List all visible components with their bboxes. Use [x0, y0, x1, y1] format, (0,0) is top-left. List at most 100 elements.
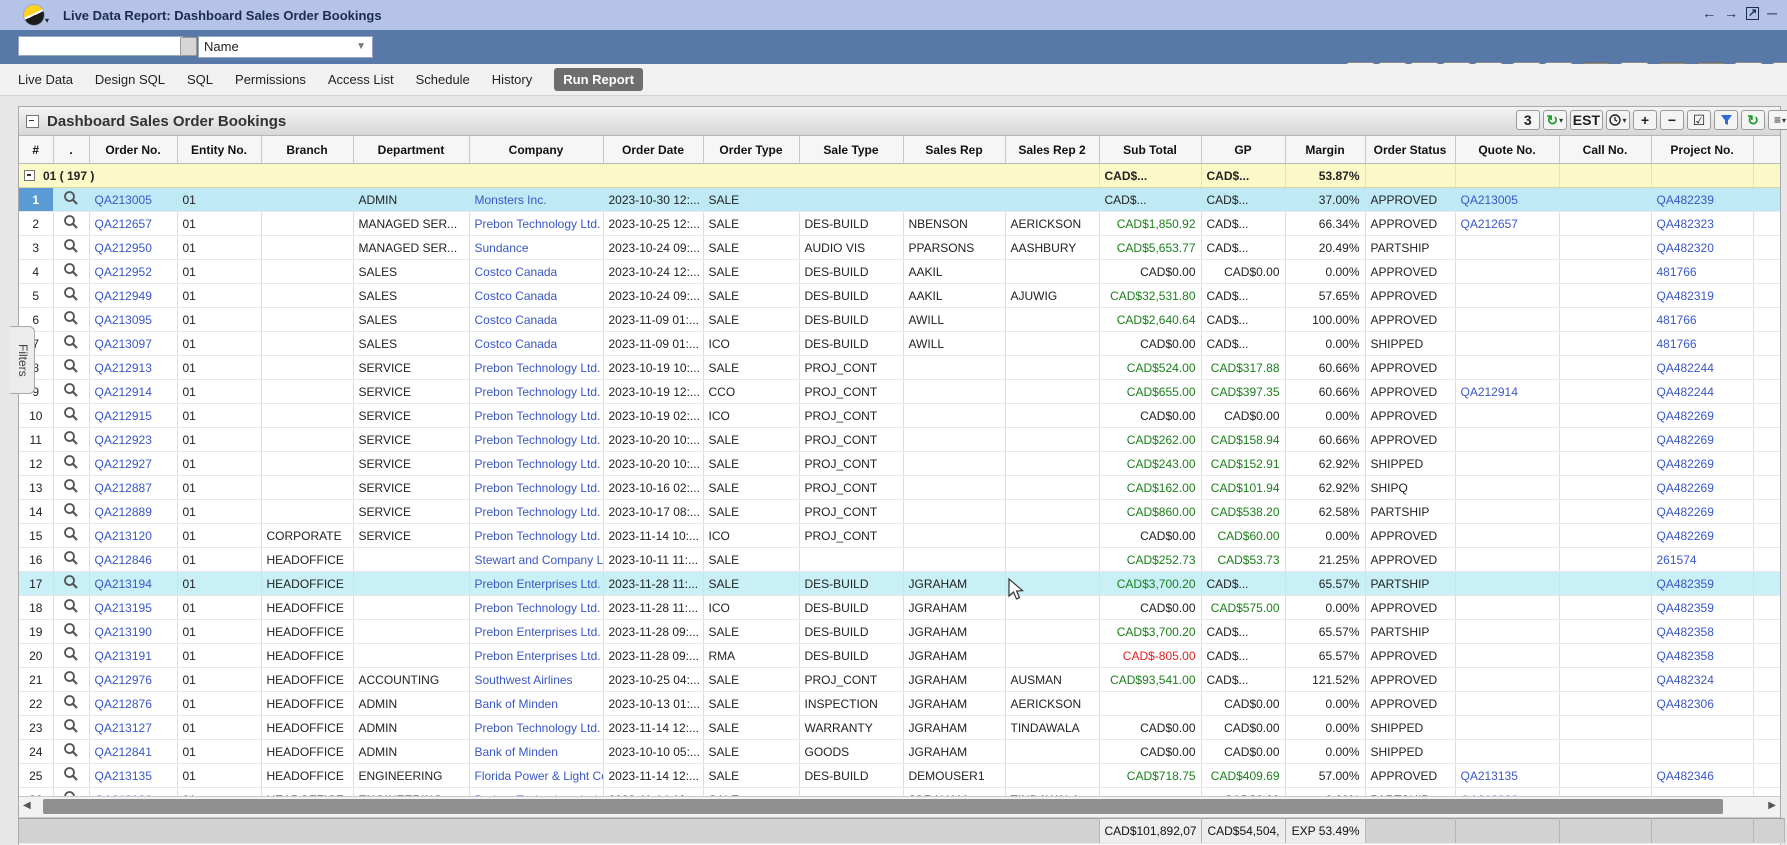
project-no-link[interactable]: QA482320: [1657, 241, 1714, 255]
company-link[interactable]: Sundance: [475, 241, 529, 255]
timezone-menu-button[interactable]: ▾: [1606, 110, 1630, 130]
project-no-link[interactable]: QA482269: [1657, 433, 1714, 447]
tab-access-list[interactable]: Access List: [328, 72, 394, 87]
auto-refresh-menu-button[interactable]: ↻▾: [1543, 110, 1567, 130]
scrollbar-thumb[interactable]: [43, 799, 1723, 814]
project-no-link[interactable]: 481766: [1657, 313, 1697, 327]
order-no-link[interactable]: QA212846: [95, 553, 152, 567]
scroll-left-icon[interactable]: ◀: [23, 800, 31, 811]
project-no-link[interactable]: QA482239: [1657, 193, 1714, 207]
tab-permissions[interactable]: Permissions: [235, 72, 306, 87]
row-detail-button[interactable]: [53, 236, 89, 260]
table-row[interactable]: 14 QA212889 01SERVICE Prebon Technology …: [19, 500, 1780, 524]
row-detail-button[interactable]: [53, 764, 89, 788]
row-detail-button[interactable]: [53, 740, 89, 764]
row-detail-button[interactable]: [53, 620, 89, 644]
company-link[interactable]: Southwest Airlines: [475, 673, 573, 687]
order-no-link[interactable]: QA213095: [95, 313, 152, 327]
order-no-link[interactable]: QA213005: [95, 193, 152, 207]
company-link[interactable]: Prebon Enterprises Ltd.: [475, 625, 601, 639]
table-row[interactable]: 11 QA212923 01SERVICE Prebon Technology …: [19, 428, 1780, 452]
column-header[interactable]: Order No.: [89, 136, 177, 164]
order-no-link[interactable]: QA213135: [95, 769, 152, 783]
order-no-link[interactable]: QA212915: [95, 409, 152, 423]
order-no-link[interactable]: QA212657: [95, 217, 152, 231]
column-header[interactable]: Sales Rep: [903, 136, 1005, 164]
column-header[interactable]: Margin: [1285, 136, 1365, 164]
table-row[interactable]: 5 QA212949 01SALES Costco Canada 2023-10…: [19, 284, 1780, 308]
table-row[interactable]: 22 QA212876 01HEADOFFICEADMIN Bank of Mi…: [19, 692, 1780, 716]
quote-no-link[interactable]: QA213005: [1461, 193, 1518, 207]
company-link[interactable]: Stewart and Company Lt...: [475, 553, 604, 567]
search-clear-button[interactable]: [180, 37, 197, 56]
page-count-box[interactable]: 3: [1516, 110, 1540, 130]
order-no-link[interactable]: QA212976: [95, 673, 152, 687]
company-link[interactable]: Prebon Technology Ltd.: [475, 433, 601, 447]
project-no-link[interactable]: QA482358: [1657, 625, 1714, 639]
quote-no-link[interactable]: QA212914: [1461, 385, 1518, 399]
project-no-link[interactable]: QA482269: [1657, 529, 1714, 543]
row-detail-button[interactable]: [53, 668, 89, 692]
column-header[interactable]: Quote No.: [1455, 136, 1559, 164]
row-detail-button[interactable]: [53, 260, 89, 284]
order-no-link[interactable]: QA212876: [95, 697, 152, 711]
table-row[interactable]: 20 QA213191 01HEADOFFICE Prebon Enterpri…: [19, 644, 1780, 668]
scroll-right-icon[interactable]: ▶: [1768, 800, 1776, 811]
table-row[interactable]: 3 QA212950 01MANAGED SER... Sundance 202…: [19, 236, 1780, 260]
table-row[interactable]: 23 QA213127 01HEADOFFICEADMIN Prebon Tec…: [19, 716, 1780, 740]
company-link[interactable]: Prebon Technology Ltd.: [475, 409, 601, 423]
row-detail-button[interactable]: [53, 716, 89, 740]
order-no-link[interactable]: QA212923: [95, 433, 152, 447]
column-header[interactable]: Order Status: [1365, 136, 1455, 164]
order-no-link[interactable]: QA212887: [95, 481, 152, 495]
company-link[interactable]: Costco Canada: [475, 289, 558, 303]
search-input[interactable]: [18, 36, 183, 56]
table-row[interactable]: 13 QA212887 01SERVICE Prebon Technology …: [19, 476, 1780, 500]
project-no-link[interactable]: QA482358: [1657, 649, 1714, 663]
column-header[interactable]: Order Type: [703, 136, 799, 164]
column-header[interactable]: Sale Type: [799, 136, 903, 164]
expand-button[interactable]: +: [1633, 110, 1657, 130]
project-no-link[interactable]: QA482359: [1657, 577, 1714, 591]
timezone-button[interactable]: EST: [1570, 110, 1603, 130]
column-header[interactable]: Project No.: [1651, 136, 1753, 164]
project-no-link[interactable]: 481766: [1657, 337, 1697, 351]
column-header[interactable]: #: [19, 136, 53, 164]
company-link[interactable]: Prebon Technology Ltd.: [475, 217, 601, 231]
column-header[interactable]: .: [53, 136, 89, 164]
row-detail-button[interactable]: [53, 476, 89, 500]
company-link[interactable]: Florida Power & Light Co...: [475, 769, 604, 783]
row-detail-button[interactable]: [53, 572, 89, 596]
row-detail-button[interactable]: [53, 548, 89, 572]
table-row[interactable]: 7 QA213097 01SALES Costco Canada 2023-11…: [19, 332, 1780, 356]
order-no-link[interactable]: QA212841: [95, 745, 152, 759]
column-header[interactable]: Entity No.: [177, 136, 261, 164]
company-link[interactable]: Prebon Technology Ltd.: [475, 529, 601, 543]
table-row[interactable]: 17 QA213194 01HEADOFFICE Prebon Enterpri…: [19, 572, 1780, 596]
tab-schedule[interactable]: Schedule: [416, 72, 470, 87]
row-detail-button[interactable]: [53, 308, 89, 332]
project-no-link[interactable]: QA482306: [1657, 697, 1714, 711]
table-row[interactable]: 10 QA212915 01SERVICE Prebon Technology …: [19, 404, 1780, 428]
column-header[interactable]: Sales Rep 2: [1005, 136, 1099, 164]
project-no-link[interactable]: QA482244: [1657, 385, 1714, 399]
table-row[interactable]: 12 QA212927 01SERVICE Prebon Technology …: [19, 452, 1780, 476]
company-link[interactable]: Prebon Technology Ltd.: [475, 601, 601, 615]
company-link[interactable]: Prebon Enterprises Ltd.: [475, 577, 601, 591]
column-header[interactable]: Department: [353, 136, 469, 164]
company-link[interactable]: Prebon Technology Ltd.: [475, 481, 601, 495]
project-no-link[interactable]: QA482319: [1657, 289, 1714, 303]
row-detail-button[interactable]: [53, 428, 89, 452]
company-link[interactable]: Prebon Technology Ltd.: [475, 385, 601, 399]
table-row[interactable]: 6 QA213095 01SALES Costco Canada 2023-11…: [19, 308, 1780, 332]
row-detail-button[interactable]: [53, 404, 89, 428]
table-row[interactable]: 18 QA213195 01HEADOFFICE Prebon Technolo…: [19, 596, 1780, 620]
order-no-link[interactable]: QA212927: [95, 457, 152, 471]
forward-arrow-icon[interactable]: →: [1724, 5, 1738, 21]
order-no-link[interactable]: QA213191: [95, 649, 152, 663]
company-link[interactable]: Costco Canada: [475, 265, 558, 279]
table-row[interactable]: 24 QA212841 01HEADOFFICEADMIN Bank of Mi…: [19, 740, 1780, 764]
company-link[interactable]: Prebon Technology Ltd.: [475, 721, 601, 735]
row-detail-button[interactable]: [53, 500, 89, 524]
project-no-link[interactable]: QA482269: [1657, 457, 1714, 471]
